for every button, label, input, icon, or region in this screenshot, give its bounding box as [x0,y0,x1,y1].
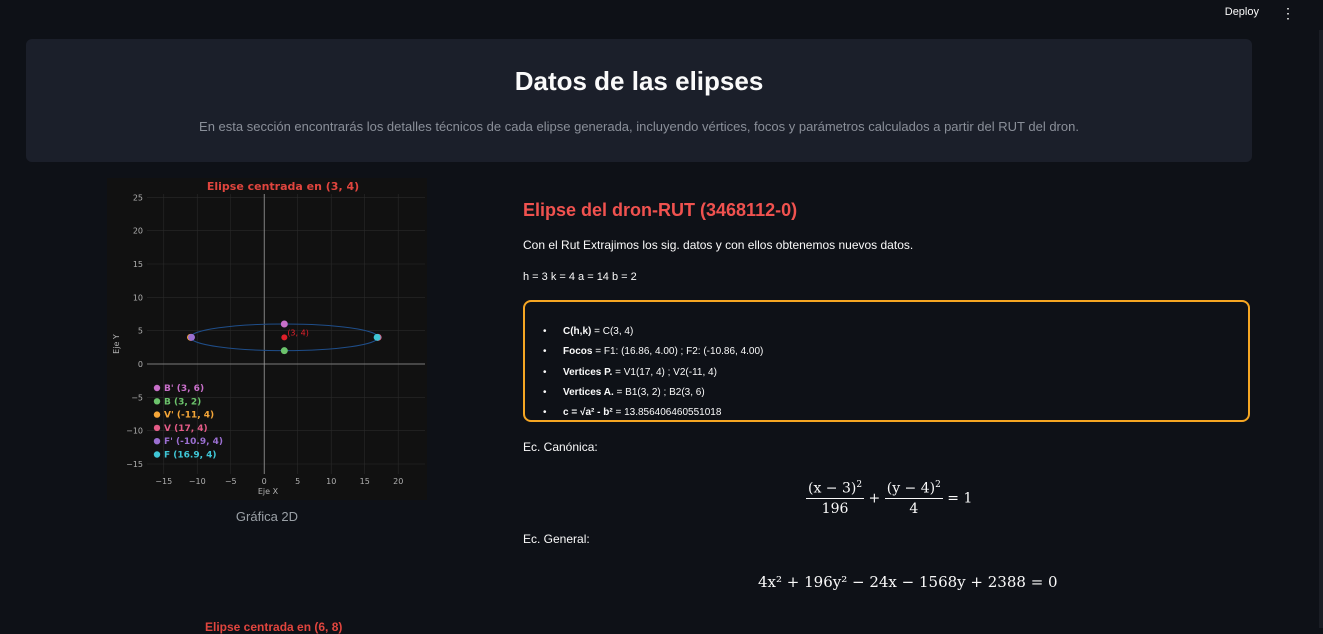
y-axis-label: Eje Y [112,334,121,354]
y-tick-label: 0 [138,360,143,369]
list-item: C(h,k) = C(3, 4) [543,322,763,343]
x-tick-label: −5 [225,477,237,486]
deploy-button[interactable]: Deploy [1225,6,1259,18]
legend-entry: V' (-11, 4) [164,411,214,421]
list-item: Vertices P. = V1(17, 4) ; V2(-11, 4) [543,363,763,384]
legend-entry: B (3, 2) [164,397,201,407]
y-tick-label: −10 [126,427,143,436]
legend-marker [153,424,161,432]
legend-marker [153,451,161,458]
legend-entry: V (17, 4) [164,424,208,434]
page-title: Datos de las elipses [514,66,764,96]
details-box: C(h,k) = C(3, 4) Focos = F1: (16.86, 4.0… [523,300,1250,424]
x-tick-label: 10 [326,477,336,486]
legend-marker [153,438,161,445]
x-tick-label: −15 [155,477,172,486]
next-plot-title: Elipse centrada en (6, 8) [205,620,343,634]
details-title: Elipse del dron-RUT (3468112-0) [523,200,798,220]
list-item: Focos = F1: (16.86, 4.00) ; F2: (-10.86,… [543,342,763,363]
y-tick-label: 10 [133,293,143,302]
x-axis-label: Eje X [258,487,279,496]
ellipse-plot: −15 −10 −5 0 5 10 15 20 −15 −10 −5 0 5 10 15 20 25 Eje X E… [107,178,427,500]
legend-marker [153,384,161,392]
y-tick-label: 15 [133,260,143,269]
chart-title: Elipse centrada en (3, 4) [207,180,359,193]
y-tick-label: 20 [133,227,143,236]
y-tick-label: −5 [131,393,143,402]
general-label: Ec. General: [523,532,590,546]
legend-entry: F' (-10.9, 4) [164,437,223,447]
list-item: Vertices A. = B1(3, 2) ; B2(3, 6) [543,383,763,404]
details-params: h = 3 k = 4 a = 14 b = 2 [523,271,637,283]
x-tick-label: −10 [189,477,206,486]
data-point [280,347,288,355]
data-point [280,320,288,328]
canonical-equation: (x − 3)2 196 + (y − 4)2 4 = 1 [806,480,973,517]
legend-marker [153,398,161,405]
hero-banner: Datos de las elipses En esta sección enc… [26,39,1252,162]
general-equation: 4x² + 196y² − 24x − 1568y + 2388 = 0 [758,573,1058,591]
x-tick-label: 20 [393,477,403,486]
data-point [187,333,195,341]
y-tick-label: 5 [138,327,143,336]
canonical-label: Ec. Canónica: [523,440,598,454]
ellipse-plot-svg: −15 −10 −5 0 5 10 15 20 −15 −10 −5 0 5 10 15 20 25 Eje X E… [112,180,425,496]
x-tick-label: 15 [360,477,370,486]
page-subtitle: En esta sección encontrarás los detalles… [199,119,1079,134]
data-point [373,333,381,341]
top-bar: Deploy ⋮ [0,0,1323,30]
legend-marker [153,411,161,418]
center-label: (3, 4) [287,328,309,337]
details-list: C(h,k) = C(3, 4) Focos = F1: (16.86, 4.0… [543,322,763,424]
kebab-menu-icon[interactable]: ⋮ [1281,5,1295,21]
details-intro: Con el Rut Extrajimos los sig. datos y c… [523,238,914,252]
x-tick-label: 0 [262,477,267,486]
legend-entry: F (16.9, 4) [164,451,217,461]
y-tick-label: 25 [133,193,143,202]
legend-entry: B' (3, 6) [164,384,204,394]
plot-caption: Gráfica 2D [235,509,299,524]
scrollbar[interactable] [1319,30,1323,628]
x-tick-label: 5 [295,477,300,486]
list-item: c = √a² - b² = 13.856406460551018 [543,403,763,424]
y-tick-label: −15 [126,460,143,469]
